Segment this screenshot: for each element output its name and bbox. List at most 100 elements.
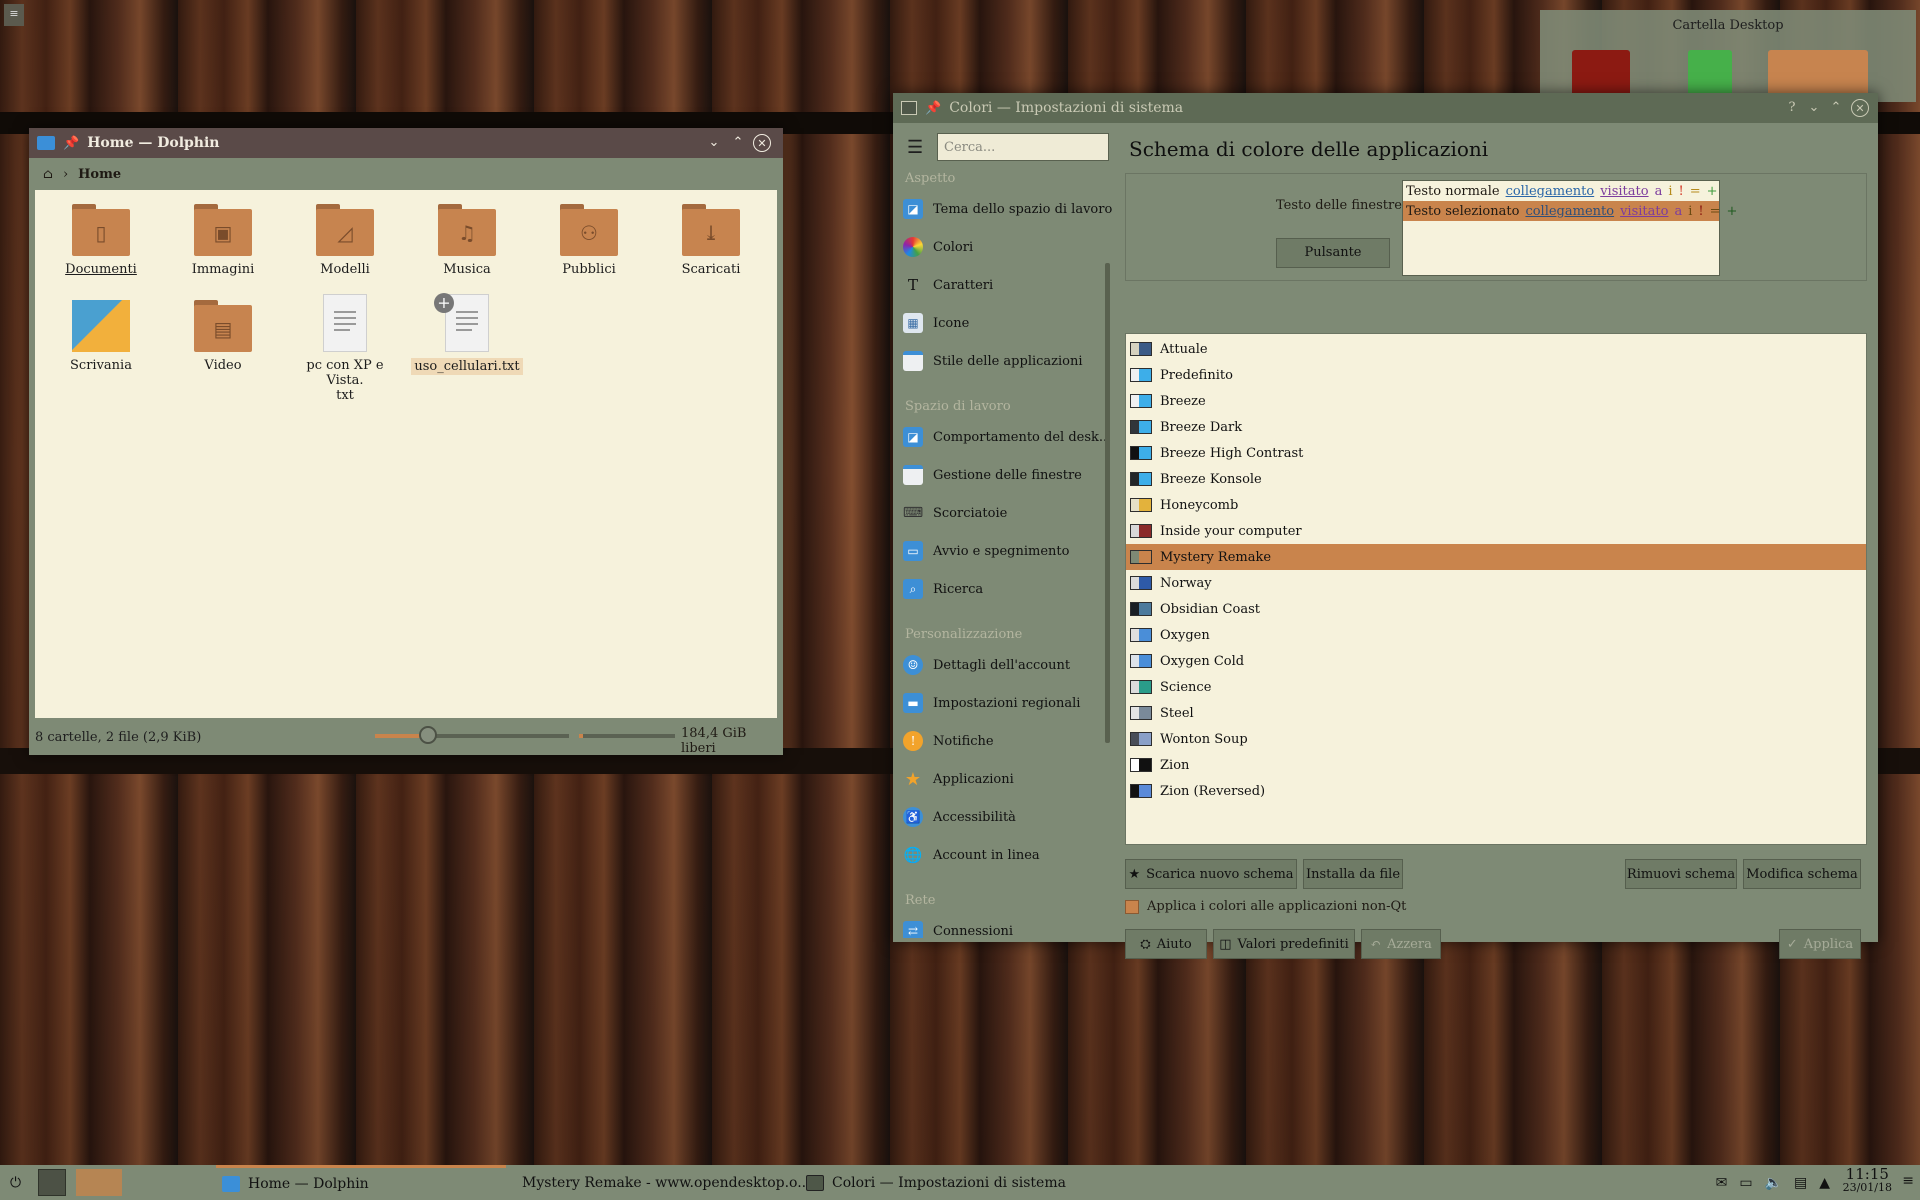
sidebar-scrollbar[interactable] bbox=[1105, 263, 1110, 743]
scheme-item[interactable]: Predefinito bbox=[1126, 362, 1866, 388]
scheme-preview-icon bbox=[1130, 524, 1152, 538]
scheme-item[interactable]: Obsidian Coast bbox=[1126, 596, 1866, 622]
pin-icon[interactable]: 📌 bbox=[63, 136, 79, 151]
apply-non-qt-checkbox[interactable] bbox=[1125, 899, 1139, 914]
pager-desktop-1[interactable] bbox=[38, 1169, 66, 1196]
breadcrumb-home[interactable]: Home bbox=[78, 167, 121, 182]
sidebar-item-workspace-theme[interactable]: ◪ Tema dello spazio di lavoro bbox=[903, 193, 1112, 225]
sidebar-item-app-style[interactable]: Stile delle applicazioni bbox=[903, 345, 1103, 377]
file-item[interactable]: Scrivania bbox=[45, 300, 157, 373]
clock[interactable]: 11:15 23/01/18 bbox=[1843, 1167, 1892, 1195]
scheme-item[interactable]: Steel bbox=[1126, 700, 1866, 726]
scheme-label: Science bbox=[1160, 679, 1212, 695]
file-item[interactable]: pc con XP e Vista. txt bbox=[289, 294, 401, 403]
application-launcher-icon[interactable]: ⏻ bbox=[4, 1165, 21, 1200]
reset-button[interactable]: ↶ Azzera bbox=[1361, 929, 1441, 959]
file-item[interactable]: ◿ Modelli bbox=[289, 204, 401, 277]
file-item[interactable]: ⚇ Pubblici bbox=[533, 204, 645, 277]
clipboard-icon[interactable]: ▤ bbox=[1794, 1175, 1807, 1191]
scheme-item[interactable]: Breeze Konsole bbox=[1126, 466, 1866, 492]
edit-scheme-button[interactable]: Modifica schema bbox=[1743, 859, 1861, 889]
sidebar-item-connections[interactable]: ⇄ Connessioni bbox=[903, 915, 1103, 938]
dolphin-titlebar[interactable]: 📌 Home — Dolphin ⌄ ⌃ ✕ bbox=[29, 128, 783, 158]
defaults-button[interactable]: ◫ Valori predefiniti bbox=[1213, 929, 1355, 959]
scheme-item[interactable]: Norway bbox=[1126, 570, 1866, 596]
close-button[interactable]: ✕ bbox=[753, 134, 771, 152]
pager-desktop-2[interactable] bbox=[76, 1169, 122, 1196]
volume-icon[interactable]: 🔈 bbox=[1765, 1175, 1782, 1191]
file-item[interactable]: ▣ Immagini bbox=[167, 204, 279, 277]
scheme-label: Norway bbox=[1160, 575, 1212, 591]
maximize-button[interactable]: ⌃ bbox=[729, 134, 747, 152]
red-folder-icon[interactable] bbox=[1572, 50, 1630, 98]
sidebar-item-desktop-behavior[interactable]: ◪ Comportamento del desk... bbox=[903, 421, 1111, 453]
settings-titlebar[interactable]: 📌 Colori — Impostazioni di sistema ? ⌄ ⌃… bbox=[893, 93, 1878, 123]
sidebar-item-regional[interactable]: ▬ Impostazioni regionali bbox=[903, 687, 1103, 719]
file-item[interactable]: ⤓ Scaricati bbox=[655, 204, 767, 277]
sidebar-item-applications[interactable]: ★ Applicazioni bbox=[903, 763, 1103, 795]
scheme-item[interactable]: Zion bbox=[1126, 752, 1866, 778]
maximize-button[interactable]: ⌃ bbox=[1827, 99, 1845, 117]
scheme-item[interactable]: Attuale bbox=[1126, 336, 1866, 362]
scheme-item[interactable]: Honeycomb bbox=[1126, 492, 1866, 518]
scheme-item[interactable]: Science bbox=[1126, 674, 1866, 700]
desktop-menu-icon[interactable]: ≡ bbox=[4, 4, 24, 26]
task-firefox[interactable]: Mystery Remake - www.opendesktop.o... bbox=[508, 1165, 811, 1200]
scheme-item[interactable]: Oxygen Cold bbox=[1126, 648, 1866, 674]
sidebar-item-startup[interactable]: ▭ Avvio e spegnimento bbox=[903, 535, 1103, 567]
sidebar-item-accessibility[interactable]: ♿ Accessibilità bbox=[903, 801, 1103, 833]
sidebar-item-online-accounts[interactable]: 🌐 Account in linea bbox=[903, 839, 1103, 871]
sidebar-item-fonts[interactable]: T Caratteri bbox=[903, 269, 1103, 301]
home-folder-icon[interactable] bbox=[1768, 50, 1868, 98]
preview-button[interactable]: Pulsante bbox=[1276, 238, 1390, 268]
close-button[interactable]: ✕ bbox=[1851, 99, 1869, 117]
folder-video-icon: ▤ bbox=[194, 300, 252, 352]
task-dolphin[interactable]: Home — Dolphin bbox=[216, 1165, 506, 1200]
accessibility-icon: ♿ bbox=[903, 807, 923, 827]
hamburger-menu-icon[interactable]: ☰ bbox=[907, 137, 923, 158]
button-label: Aiuto bbox=[1156, 936, 1192, 952]
file-item[interactable]: + uso_cellulari.txt bbox=[411, 293, 523, 375]
scheme-item[interactable]: Breeze Dark bbox=[1126, 414, 1866, 440]
apply-non-qt-option[interactable]: Applica i colori alle applicazioni non-Q… bbox=[1125, 899, 1406, 914]
scheme-item[interactable]: Breeze High Contrast bbox=[1126, 440, 1866, 466]
sidebar-item-colors[interactable]: Colori bbox=[903, 231, 1103, 263]
display-icon[interactable]: ▭ bbox=[1739, 1175, 1752, 1191]
zoom-slider-handle[interactable] bbox=[419, 726, 437, 744]
sidebar-item-search[interactable]: ⌕ Ricerca bbox=[903, 573, 1103, 605]
sidebar-item-account[interactable]: ☺ Dettagli dell'account bbox=[903, 649, 1103, 681]
apply-button[interactable]: ✓ Applica bbox=[1779, 929, 1861, 959]
panel-menu-icon[interactable]: ≡ bbox=[1902, 1173, 1914, 1189]
scheme-item[interactable]: Mystery Remake bbox=[1126, 544, 1866, 570]
file-item[interactable]: ▤ Video bbox=[167, 300, 279, 373]
install-from-file-button[interactable]: Installa da file bbox=[1303, 859, 1403, 889]
download-scheme-button[interactable]: ★ Scarica nuovo schema bbox=[1125, 859, 1297, 889]
remove-scheme-button[interactable]: Rimuovi schema bbox=[1625, 859, 1737, 889]
file-item[interactable]: ▯ Documenti bbox=[45, 204, 157, 277]
minimize-button[interactable]: ⌄ bbox=[1805, 99, 1823, 117]
task-settings[interactable]: Colori — Impostazioni di sistema bbox=[800, 1165, 1090, 1200]
spreadsheet-icon[interactable] bbox=[1688, 50, 1732, 98]
pin-icon[interactable]: 📌 bbox=[925, 101, 941, 116]
scheme-item[interactable]: Wonton Soup bbox=[1126, 726, 1866, 752]
home-icon[interactable]: ⌂ bbox=[43, 167, 53, 182]
color-scheme-list[interactable]: Attuale Predefinito Breeze Breeze Dark B… bbox=[1125, 333, 1867, 845]
sidebar-item-window-management[interactable]: Gestione delle finestre bbox=[903, 459, 1103, 491]
sidebar-item-icons[interactable]: ▦ Icone bbox=[903, 307, 1103, 339]
sidebar-item-shortcuts[interactable]: ⌨ Scorciatoie bbox=[903, 497, 1103, 529]
scheme-item[interactable]: Oxygen bbox=[1126, 622, 1866, 648]
tray-expand-icon[interactable]: ▲ bbox=[1819, 1175, 1830, 1191]
keyboard-icon: ⌨ bbox=[902, 505, 924, 521]
mail-icon[interactable]: ✉ bbox=[1716, 1175, 1728, 1191]
file-item[interactable]: ♫ Musica bbox=[411, 204, 523, 277]
minimize-button[interactable]: ⌄ bbox=[705, 134, 723, 152]
file-view[interactable]: ▯ Documenti ▣ Immagini ◿ Modelli ♫ Music… bbox=[35, 190, 777, 718]
scheme-item[interactable]: Inside your computer bbox=[1126, 518, 1866, 544]
add-icon[interactable]: + bbox=[434, 293, 454, 313]
scheme-item[interactable]: Zion (Reversed) bbox=[1126, 778, 1866, 804]
help-button[interactable]: ⛭ Aiuto bbox=[1125, 929, 1207, 959]
sidebar-item-notifications[interactable]: ! Notifiche bbox=[903, 725, 1103, 757]
search-input[interactable]: Cerca... bbox=[937, 133, 1109, 161]
help-titlebar-button[interactable]: ? bbox=[1783, 99, 1801, 117]
scheme-item[interactable]: Breeze bbox=[1126, 388, 1866, 414]
